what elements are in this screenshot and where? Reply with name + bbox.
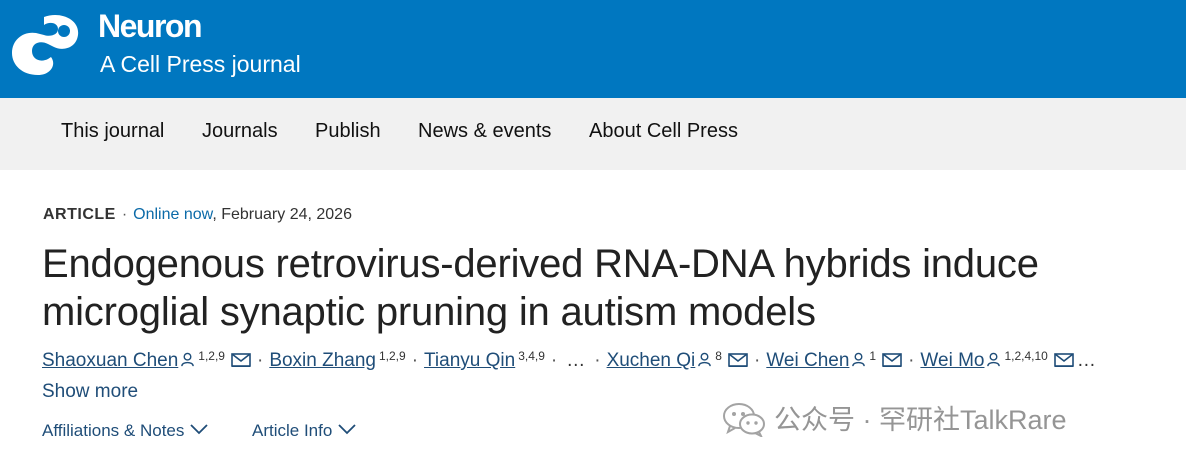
cell-press-logo-icon[interactable] (10, 13, 80, 79)
article-title: Endogenous retrovirus-derived RNA-DNA hy… (42, 242, 1039, 334)
author-name[interactable]: Wei Mo (920, 350, 984, 371)
author-name[interactable]: Tianyu Qin (424, 350, 515, 371)
author-list: Shaoxuan Chen 1,2,9 · Boxin Zhang 1,2,9 · Tian… (42, 349, 1099, 372)
envelope-icon[interactable] (728, 353, 748, 367)
authors-ellipsis: … (566, 350, 586, 371)
author-separator: · (256, 350, 264, 371)
person-icon[interactable] (986, 352, 1001, 367)
meta-separator: · (121, 206, 128, 223)
author-separator: · (594, 350, 601, 371)
author-affiliation: 8 (715, 349, 722, 363)
wechat-icon (723, 403, 765, 437)
journal-subtitle: A Cell Press journal (100, 51, 301, 77)
nav-news-events[interactable]: News & events (418, 120, 551, 143)
author-affiliation: 1,2,9 (379, 349, 406, 363)
brand-header: Neuron A Cell Press journal (0, 0, 1186, 98)
affiliations-notes-toggle[interactable]: Affiliations & Notes (42, 421, 209, 441)
person-icon[interactable] (851, 352, 866, 367)
envelope-icon[interactable] (231, 353, 251, 367)
article-info-toggle[interactable]: Article Info (252, 421, 356, 441)
affiliations-notes-label: Affiliations & Notes (42, 421, 185, 440)
person-icon[interactable] (697, 352, 712, 367)
article-meta: ARTICLE · Online now, February 24, 2026 (43, 206, 352, 224)
nav-this-journal[interactable]: This journal (61, 120, 164, 143)
author-name[interactable]: Wei Chen (766, 350, 849, 371)
author-name[interactable]: Boxin Zhang (269, 350, 376, 371)
author-separator: · (753, 350, 761, 371)
watermark-text: 公众号 · 罕研社TalkRare (774, 405, 1067, 435)
envelope-icon[interactable] (882, 353, 902, 367)
authors-ellipsis: … (1076, 350, 1096, 371)
person-icon[interactable] (180, 352, 195, 367)
author-separator: · (908, 350, 915, 371)
author-separator: · (550, 350, 558, 371)
article-info-label: Article Info (252, 421, 333, 440)
envelope-icon[interactable] (1054, 353, 1074, 367)
publication-date: , February 24, 2026 (212, 206, 352, 223)
online-now-link[interactable]: Online now (133, 206, 212, 223)
journal-name[interactable]: Neuron (98, 8, 203, 45)
author-name[interactable]: Shaoxuan Chen (42, 350, 178, 371)
wechat-watermark: 公众号 · 罕研社TalkRare (722, 398, 1067, 437)
chevron-down-icon (190, 424, 209, 435)
author-affiliation: 1,2,9 (198, 349, 225, 363)
show-more-authors-button[interactable]: Show more (42, 381, 138, 403)
chevron-down-icon (338, 424, 356, 435)
nav-about-cell-press[interactable]: About Cell Press (589, 120, 738, 143)
author-name[interactable]: Xuchen Qi (607, 350, 696, 371)
nav-publish[interactable]: Publish (315, 120, 381, 143)
author-affiliation: 1,2,4,10 (1004, 349, 1048, 363)
article-type: ARTICLE (43, 206, 116, 223)
author-affiliation: 3,4,9 (518, 349, 545, 363)
nav-journals[interactable]: Journals (202, 120, 278, 143)
author-affiliation: 1 (869, 349, 877, 363)
main-nav: This journal Journals Publish News & eve… (0, 98, 1186, 170)
author-separator: · (411, 350, 419, 371)
